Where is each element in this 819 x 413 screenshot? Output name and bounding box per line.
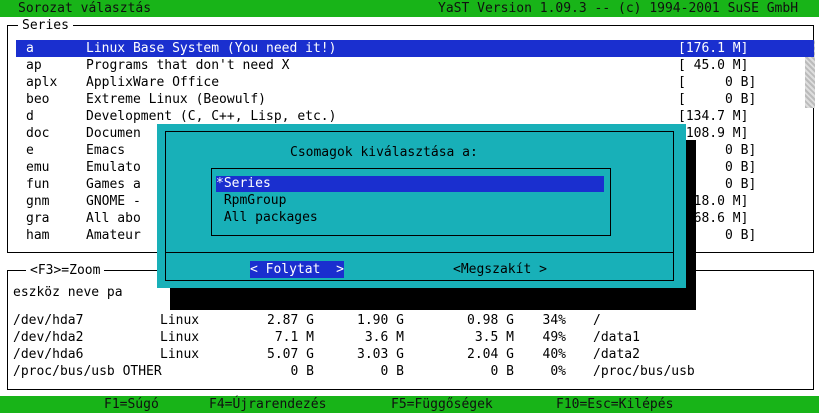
series-size: [134.7 M] bbox=[678, 109, 749, 124]
dialog-title: Csomagok kiválasztása a: bbox=[290, 145, 478, 160]
series-name: All abo bbox=[86, 211, 141, 226]
zoom-hint: <F3>=Zoom bbox=[26, 262, 105, 279]
series-name: Linux Base System (You need it!) bbox=[86, 41, 337, 56]
series-code: beo bbox=[26, 92, 50, 107]
continue-button[interactable]: < Folytat > bbox=[250, 261, 344, 278]
mount-fs: Linux bbox=[160, 313, 200, 328]
series-code: e bbox=[26, 143, 34, 158]
series-code: ham bbox=[26, 228, 50, 243]
series-code: gra bbox=[26, 211, 50, 226]
mount-pct: 49% bbox=[542, 330, 566, 345]
series-row[interactable]: a Linux Base System (You need it!) [176.1 … bbox=[16, 40, 814, 57]
dialog-separator bbox=[165, 252, 674, 253]
function-key-bar: F1=Súgó F4=Újrarendezés F5=Függőségek F1… bbox=[0, 396, 819, 413]
series-code: aplx bbox=[26, 75, 58, 90]
mount-used: 1.90 G bbox=[357, 313, 404, 328]
screen-title: Sorozat választás bbox=[18, 1, 152, 16]
device-header: eszköz neve pa bbox=[13, 285, 123, 300]
option-all-packages[interactable]: All packages bbox=[216, 210, 604, 226]
mount-used: 3.03 G bbox=[357, 347, 404, 362]
cancel-button[interactable]: <Megszakít > bbox=[453, 261, 547, 278]
series-code: a bbox=[26, 41, 34, 56]
mount-pct: 0% bbox=[550, 364, 566, 379]
mount-total: 7.1 M bbox=[274, 330, 314, 345]
series-code: doc bbox=[26, 126, 50, 141]
mount-dev: /dev/hda2 bbox=[13, 330, 84, 345]
title-bar: Sorozat választás YaST Version 1.09.3 --… bbox=[0, 0, 819, 17]
mount-total: 0 B bbox=[290, 364, 314, 379]
mount-pct: 34% bbox=[542, 313, 566, 328]
mount-free: 3.5 M bbox=[474, 330, 514, 345]
series-name: Documen bbox=[86, 126, 141, 141]
mount-fs: Linux bbox=[160, 330, 200, 345]
series-size: [ 45.0 M] bbox=[678, 58, 749, 73]
series-size: [176.1 M] bbox=[678, 41, 749, 56]
mount-mount: /data2 bbox=[593, 347, 640, 362]
series-row[interactable]: aplx ApplixWare Office [ 0 B] bbox=[16, 74, 814, 91]
series-row[interactable]: d Development (C, C++, Lisp, etc.) [134.7 … bbox=[16, 108, 814, 125]
mount-mount: / bbox=[593, 313, 601, 328]
mount-free: 0 B bbox=[490, 364, 514, 379]
series-name: Amateur bbox=[86, 228, 141, 243]
mount-mount: /data1 bbox=[593, 330, 640, 345]
mount-free: 0.98 G bbox=[467, 313, 514, 328]
mount-fs: Linux bbox=[160, 347, 200, 362]
mount-mount: /proc/bus/usb bbox=[593, 364, 695, 379]
series-name: Extreme Linux (Beowulf) bbox=[86, 92, 267, 107]
mount-used: 3.6 M bbox=[364, 330, 404, 345]
mount-dev: /proc/bus/usb OTHER bbox=[13, 364, 162, 379]
f10-exit-key[interactable]: F10=Esc=Kilépés bbox=[556, 396, 673, 413]
series-name: Programs that don't need X bbox=[86, 58, 290, 73]
mount-used: 0 B bbox=[380, 364, 404, 379]
mount-pct: 40% bbox=[542, 347, 566, 362]
selection-listbox[interactable]: *Series RpmGroup All packages bbox=[211, 168, 611, 236]
version-info: YaST Version 1.09.3 -- (c) 1994-2001 SuS… bbox=[438, 1, 799, 16]
series-size: [ 0 B] bbox=[678, 75, 757, 90]
mount-free: 2.04 G bbox=[467, 347, 514, 362]
package-selection-dialog: Csomagok kiválasztása a: *Series RpmGrou… bbox=[157, 124, 686, 288]
series-code: d bbox=[26, 109, 34, 124]
series-frame-title: Series bbox=[18, 17, 73, 34]
series-name: ApplixWare Office bbox=[86, 75, 220, 90]
mount-dev: /dev/hda7 bbox=[13, 313, 84, 328]
series-code: fun bbox=[26, 177, 50, 192]
series-name: Emacs bbox=[86, 143, 126, 158]
series-code: emu bbox=[26, 160, 50, 175]
series-name: Games a bbox=[86, 177, 141, 192]
series-name: Emulato bbox=[86, 160, 141, 175]
series-name: Development (C, C++, Lisp, etc.) bbox=[86, 109, 337, 124]
series-code: gnm bbox=[26, 194, 50, 209]
series-row[interactable]: beo Extreme Linux (Beowulf) [ 0 B] bbox=[16, 91, 814, 108]
series-size: [ 0 B] bbox=[678, 92, 757, 107]
option-rpmgroup[interactable]: RpmGroup bbox=[216, 193, 604, 209]
mount-total: 5.07 G bbox=[267, 347, 314, 362]
f1-help-key[interactable]: F1=Súgó bbox=[104, 396, 159, 413]
f5-dependencies-key[interactable]: F5=Függőségek bbox=[391, 396, 493, 413]
series-code: ap bbox=[26, 58, 42, 73]
series-name: GNOME - bbox=[86, 194, 141, 209]
mount-total: 2.87 G bbox=[267, 313, 314, 328]
series-row[interactable]: ap Programs that don't need X [ 45.0 M] bbox=[16, 57, 814, 74]
option-series[interactable]: *Series bbox=[216, 176, 604, 192]
mount-dev: /dev/hda6 bbox=[13, 347, 84, 362]
f4-reorder-key[interactable]: F4=Újrarendezés bbox=[209, 396, 326, 413]
